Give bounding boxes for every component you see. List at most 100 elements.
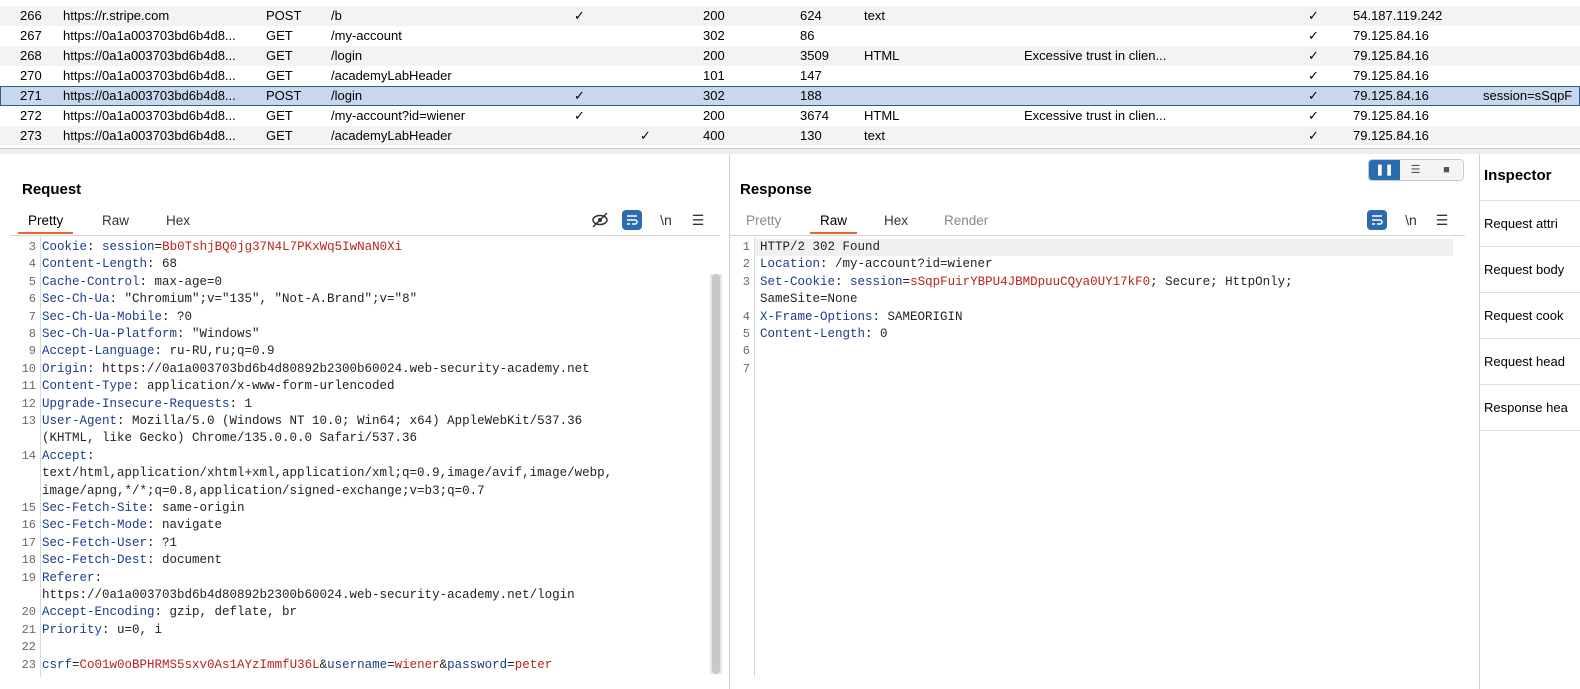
line-number: 7 <box>742 361 750 376</box>
code-line: Cookie: session=Bb0TshjBQ0jg37N4L7PKxWq5… <box>42 240 402 254</box>
table-row[interactable]: 271 https://0a1a003703bd6b4d8... POST/logi… <box>0 86 1580 106</box>
line-number: 6 <box>742 344 750 359</box>
header-name: Content-Type <box>42 379 133 394</box>
table-row[interactable]: 267 https://0a1a003703bd6b4d8... GET/my-ac… <box>0 26 1580 46</box>
code-text: : navigate <box>147 518 223 533</box>
code-text: : ?1 <box>147 535 178 550</box>
cell-num: 271 <box>20 88 42 103</box>
tab-request-hex[interactable]: Hex <box>166 213 190 228</box>
code-line: Sec-Fetch-Mode: navigate <box>42 518 222 532</box>
cell-length: 3509 <box>800 48 829 63</box>
cell-ip: 79.125.84.16 <box>1353 108 1429 123</box>
header-value: sSqpFuirYBPU4JBMDpuuCQya0UY17kF0 <box>910 274 1151 289</box>
line-number: 23 <box>21 657 36 672</box>
inspector-section[interactable]: Request cook <box>1480 293 1580 339</box>
tab-request-raw[interactable]: Raw <box>102 213 129 228</box>
scrollbar-thumb[interactable] <box>712 274 720 674</box>
cell-method: GET <box>266 128 293 143</box>
header-name: Set-Cookie <box>760 274 836 289</box>
cell-tls: ✓ <box>1308 128 1319 143</box>
code-text: & <box>319 657 328 672</box>
line-number: 1 <box>742 240 750 254</box>
cell-method: GET <box>266 48 293 63</box>
code-line: Content-Length: 0 <box>760 327 888 341</box>
code-text: : u=0, i <box>102 622 163 637</box>
layout-single-button[interactable]: ■ <box>1431 160 1462 180</box>
code-text: = <box>72 657 80 672</box>
header-name: User-Agent <box>42 414 118 428</box>
code-line: Sec-Fetch-Dest: document <box>42 553 222 567</box>
table-row[interactable]: 272 https://0a1a003703bd6b4d8... GET/my-ac… <box>0 106 1580 126</box>
wrap-lines-button[interactable] <box>1367 210 1387 230</box>
cell-tls: ✓ <box>1308 8 1319 23</box>
inspector-section[interactable]: Request head <box>1480 339 1580 385</box>
tab-response-hex[interactable]: Hex <box>884 213 908 228</box>
code-line: HTTP/2 302 Found <box>760 240 880 254</box>
line-number: 3 <box>28 240 36 254</box>
cell-method: GET <box>266 108 293 123</box>
code-line: Sec-Fetch-Site: same-origin <box>42 501 245 515</box>
tab-response-raw[interactable]: Raw <box>809 213 858 234</box>
cell-ip: 79.125.84.16 <box>1353 28 1429 43</box>
table-row[interactable]: 273 https://0a1a003703bd6b4d8... GET/acade… <box>0 126 1580 146</box>
cell-host: https://0a1a003703bd6b4d8... <box>63 88 236 103</box>
code-line: User-Agent: Mozilla/5.0 (Windows NT 10.0… <box>42 414 582 428</box>
cell-title: Excessive trust in clien... <box>1024 48 1167 63</box>
inspector-section[interactable]: Request attri <box>1480 201 1580 247</box>
tab-request-pretty[interactable]: Pretty <box>17 213 74 234</box>
show-newlines-toggle[interactable]: \n <box>1399 210 1423 230</box>
line-number: 16 <box>21 518 36 533</box>
line-number: 8 <box>28 327 36 341</box>
tab-response-pretty[interactable]: Pretty <box>746 213 781 228</box>
table-row[interactable]: 268 https://0a1a003703bd6b4d8... GET/login… <box>0 46 1580 66</box>
header-name: username <box>327 657 388 672</box>
http-history-table: 266 https://r.stripe.com POST/b ✓ 200 624 text… <box>0 0 1580 148</box>
request-scrollbar[interactable] <box>710 274 722 674</box>
line-number: 11 <box>21 379 36 394</box>
hide-nonprintable-icon[interactable] <box>590 210 610 230</box>
cell-url: /academyLabHeader <box>331 128 452 143</box>
header-name: Priority <box>42 622 103 637</box>
cell-method: POST <box>266 8 302 23</box>
code-text: : max-age=0 <box>139 274 223 289</box>
wrap-lines-button[interactable] <box>622 210 642 230</box>
code-text: = <box>902 274 911 289</box>
layout-side-by-side-button[interactable]: ❚❚ <box>1369 160 1400 180</box>
cell-ip: 54.187.119.242 <box>1353 8 1443 23</box>
table-row[interactable]: 270 https://0a1a003703bd6b4d8... GET/acade… <box>0 66 1580 86</box>
cell-length: 147 <box>800 68 822 83</box>
header-name: Sec-Fetch-User <box>42 535 148 550</box>
table-row[interactable]: 266 https://r.stripe.com POST/b ✓ 200 624 text… <box>0 6 1580 26</box>
cell-mime: text <box>864 8 885 23</box>
line-number: 10 <box>21 361 36 376</box>
cell-tls: ✓ <box>1308 28 1319 43</box>
show-newlines-toggle[interactable]: \n <box>654 210 678 230</box>
cell-cookies: session=sSqpF <box>1483 88 1573 103</box>
code-line: Sec-Ch-Ua-Platform: "Windows" <box>42 327 260 341</box>
layout-stacked-button[interactable]: ☰ <box>1400 160 1431 180</box>
cell-num: 266 <box>20 8 42 23</box>
inspector-section[interactable]: Response hea <box>1480 385 1580 431</box>
layout-toggle-group: ❚❚ ☰ ■ <box>1368 159 1464 181</box>
code-text: = <box>154 240 163 254</box>
inspector-section[interactable]: Request body <box>1480 247 1580 293</box>
header-name: session <box>102 240 155 254</box>
code-text: = <box>507 657 515 672</box>
code-line: Sec-Ch-Ua-Mobile: ?0 <box>42 310 192 324</box>
code-line: Content-Length: 68 <box>42 257 177 271</box>
line-number: 20 <box>21 605 36 620</box>
line-number: 17 <box>21 535 36 550</box>
header-name: Accept <box>42 448 88 463</box>
tab-response-render[interactable]: Render <box>944 213 988 228</box>
code-text: : same-origin <box>147 501 245 515</box>
menu-icon[interactable]: ☰ <box>688 210 708 230</box>
code-text: ; Secure; HttpOnly; <box>1150 274 1293 289</box>
line-number: 19 <box>21 570 36 585</box>
cell-url: /my-account?id=wiener <box>331 108 466 123</box>
menu-icon[interactable]: ☰ <box>1432 210 1452 230</box>
cell-mime: HTML <box>864 108 900 123</box>
request-editor[interactable]: 3 Cookie: session=Bb0TshjBQ0jg37N4L7PKxWq… <box>10 237 715 687</box>
response-editor[interactable]: 1 HTTP/2 302 Found 2 Location: /my-account?… <box>730 237 1465 687</box>
cell-length: 188 <box>800 88 822 103</box>
code-line: Sec-Ch-Ua: "Chromium";v="135", "Not-A.Br… <box>42 292 417 306</box>
